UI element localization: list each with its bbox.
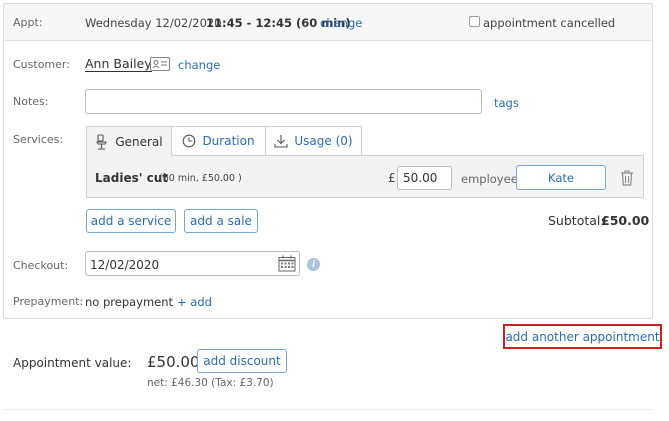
tab-usage[interactable]: Usage (0) xyxy=(265,126,362,155)
contact-card-icon[interactable] xyxy=(150,57,170,71)
info-icon[interactable]: i xyxy=(307,258,320,271)
appt-change-link[interactable]: change xyxy=(320,16,362,30)
service-price-input[interactable] xyxy=(397,166,452,190)
customer-change-link[interactable]: change xyxy=(178,58,220,72)
checkout-label: Checkout: xyxy=(13,259,69,272)
add-another-appointment-link[interactable]: add another appointment xyxy=(505,330,659,344)
notes-input[interactable] xyxy=(85,89,482,114)
tab-duration[interactable]: Duration xyxy=(171,126,266,155)
tab-usage-label: Usage (0) xyxy=(294,134,353,148)
employee-label: employee: xyxy=(461,172,522,186)
add-another-appointment-highlight: add another appointment xyxy=(503,324,662,349)
subtotal-value: £50.00 xyxy=(601,213,650,228)
tags-link[interactable]: tags xyxy=(494,96,519,110)
price-currency: £ xyxy=(388,171,396,185)
bottom-divider xyxy=(4,409,652,410)
customer-label: Customer: xyxy=(13,58,70,71)
chair-icon xyxy=(95,133,109,150)
trash-icon[interactable] xyxy=(620,170,634,186)
tab-general[interactable]: General xyxy=(86,126,172,156)
subtotal-label: Subtotal: xyxy=(548,213,605,228)
tab-duration-label: Duration xyxy=(202,134,255,148)
prepayment-value: no prepayment xyxy=(85,295,174,309)
customer-name[interactable]: Ann Bailey xyxy=(85,56,152,72)
add-prepayment-link[interactable]: + add xyxy=(177,295,212,309)
appt-label: Appt: xyxy=(13,16,43,29)
add-service-button[interactable]: add a service xyxy=(86,209,176,233)
net-tax-text: net: £46.30 (Tax: £3.70) xyxy=(147,377,274,389)
employee-select-button[interactable]: Kate xyxy=(516,165,606,190)
notes-label: Notes: xyxy=(13,95,49,108)
prepayment-label: Prepayment: xyxy=(13,295,84,308)
appt-date: Wednesday 12/02/2020 xyxy=(85,16,222,30)
appointment-cancelled-label: appointment cancelled xyxy=(483,16,616,30)
appointment-value-label: Appointment value: xyxy=(13,356,132,370)
tab-general-label: General xyxy=(115,134,163,149)
checkout-date-value: 12/02/2020 xyxy=(90,258,160,272)
calendar-icon[interactable] xyxy=(278,255,296,272)
service-name: Ladies' cut xyxy=(95,171,168,185)
add-discount-button[interactable]: add discount xyxy=(197,349,287,373)
service-detail: (60 min, £50.00 ) xyxy=(159,173,242,184)
add-sale-button[interactable]: add a sale xyxy=(184,209,258,233)
appointment-value-amount: £50.00 xyxy=(147,353,200,371)
appointment-cancelled-checkbox[interactable] xyxy=(469,16,480,27)
download-icon xyxy=(274,134,288,148)
services-label: Services: xyxy=(13,133,64,146)
clock-icon xyxy=(182,134,196,148)
